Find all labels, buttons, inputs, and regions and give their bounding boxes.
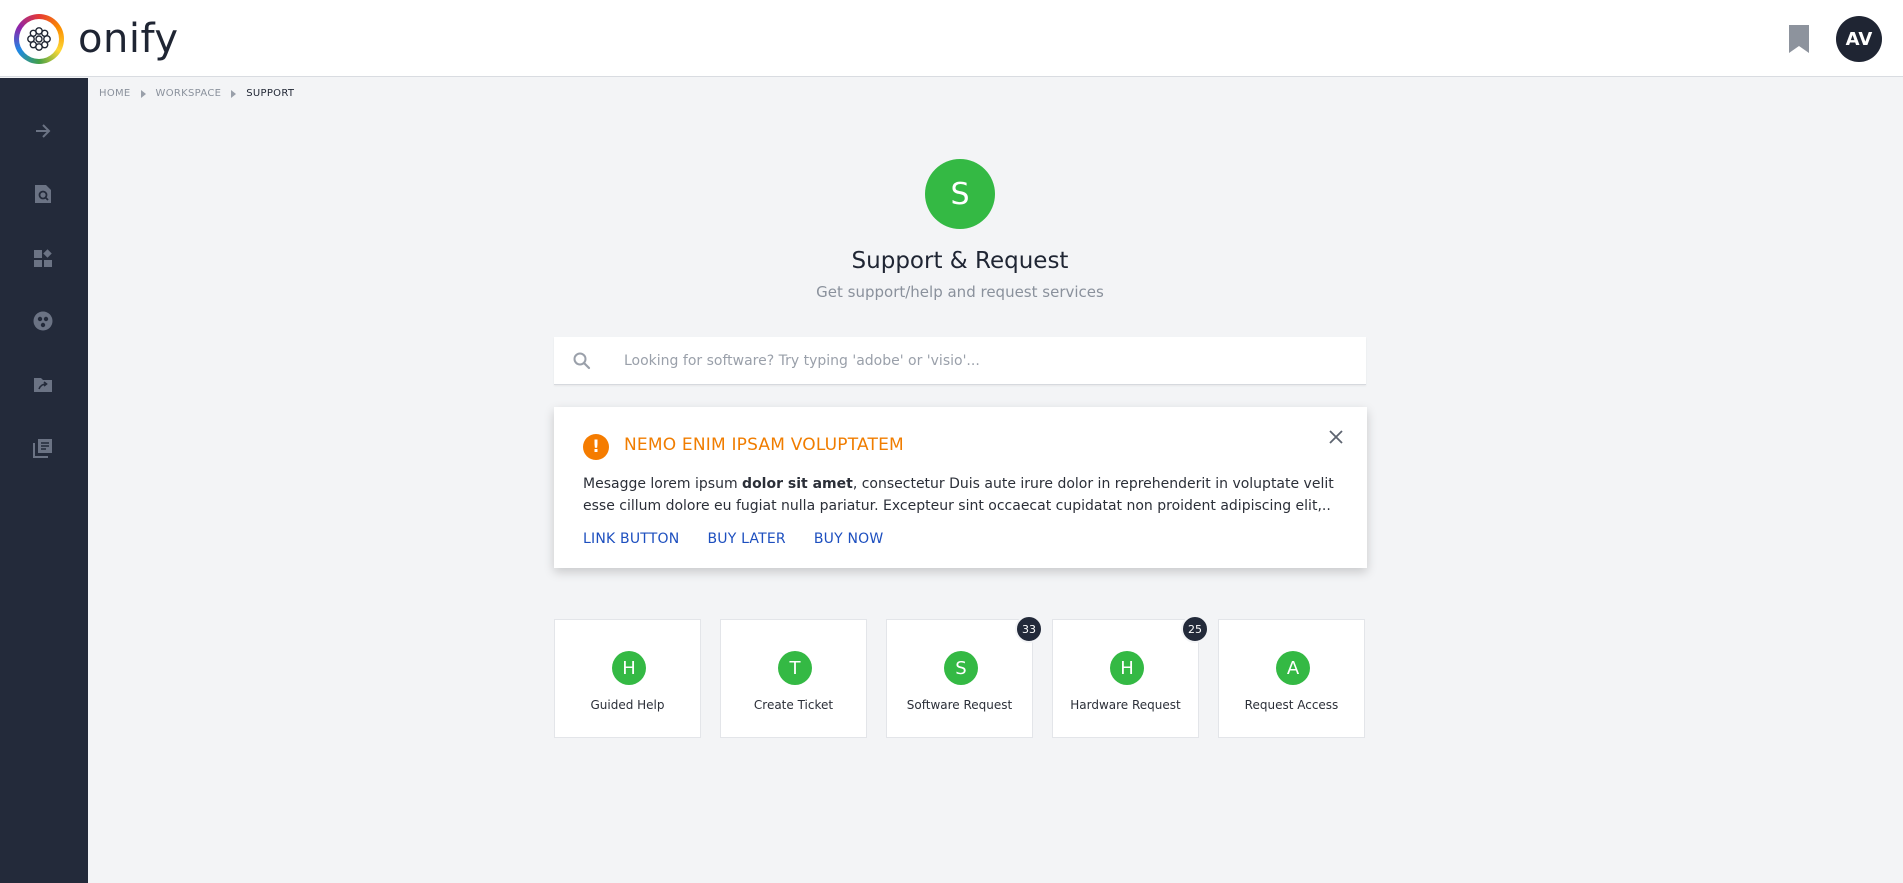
sidebar-expand-button[interactable]	[28, 116, 58, 146]
link-button[interactable]: LINK BUTTON	[583, 531, 679, 547]
alert-actions: LINK BUTTON BUY LATER BUY NOW	[583, 531, 911, 547]
tile-avatar: A	[1276, 651, 1310, 685]
tile-avatar: H	[612, 651, 646, 685]
user-avatar[interactable]: AV	[1836, 16, 1882, 62]
flower-logo-icon	[14, 14, 64, 64]
dashboard-widgets-icon	[34, 249, 52, 267]
alert-title: NEMO ENIM IPSAM VOLUPTATEM	[624, 435, 904, 455]
tile-request-access[interactable]: A Request Access	[1218, 619, 1365, 738]
library-books-icon	[33, 439, 52, 458]
search-document-icon	[35, 185, 51, 203]
logo[interactable]: onify	[14, 14, 179, 64]
alert-message-text: Mesagge lorem ipsum	[583, 476, 743, 492]
page-subtitle: Get support/help and request services	[816, 283, 1104, 301]
page-title: Support & Request	[851, 248, 1069, 274]
search-icon	[573, 352, 591, 370]
breadcrumb-separator-icon	[140, 89, 146, 98]
tile-create-ticket[interactable]: T Create Ticket	[720, 619, 867, 738]
tile-avatar: S	[944, 651, 978, 685]
tile-label: Hardware Request	[1070, 698, 1181, 712]
tile-avatar: T	[778, 651, 812, 685]
sidebar	[0, 78, 88, 883]
close-icon	[1329, 430, 1343, 444]
sidebar-item-library[interactable]	[28, 433, 58, 463]
count-badge: 33	[1015, 615, 1043, 643]
sidebar-item-groups[interactable]	[28, 306, 58, 336]
tile-avatar: H	[1110, 651, 1144, 685]
tile-label: Guided Help	[590, 698, 665, 712]
alert-message: Mesagge lorem ipsum dolor sit amet, cons…	[583, 473, 1343, 517]
tile-label: Create Ticket	[753, 698, 834, 712]
warning-icon: !	[583, 434, 609, 460]
bookmark-icon[interactable]	[1787, 25, 1811, 53]
tile-label: Software Request	[906, 698, 1013, 712]
alert-card: ! NEMO ENIM IPSAM VOLUPTATEM Mesagge lor…	[554, 407, 1367, 568]
close-button[interactable]	[1324, 425, 1348, 449]
buy-later-button[interactable]: BUY LATER	[707, 531, 785, 547]
arrow-right-icon	[36, 124, 51, 138]
group-circle-icon	[33, 311, 53, 331]
search-bar	[554, 337, 1366, 385]
alert-message-emphasis: dolor sit amet	[742, 476, 853, 492]
tile-hardware-request[interactable]: H Hardware Request 25	[1052, 615, 1209, 738]
count-badge: 25	[1181, 615, 1209, 643]
top-bar: onify AV	[0, 0, 1903, 77]
sidebar-item-shared-folder[interactable]	[28, 370, 58, 400]
workspace-avatar: S	[925, 159, 995, 229]
breadcrumb-support: SUPPORT	[246, 88, 295, 99]
sidebar-item-search-documents[interactable]	[28, 179, 58, 209]
tile-software-request[interactable]: S Software Request 33	[886, 615, 1043, 738]
logo-text: onify	[78, 16, 179, 62]
breadcrumb-separator-icon	[231, 89, 237, 98]
breadcrumb-workspace[interactable]: WORKSPACE	[156, 88, 222, 99]
breadcrumb: HOME WORKSPACE SUPPORT	[99, 88, 294, 99]
breadcrumb-home[interactable]: HOME	[99, 88, 131, 99]
tile-guided-help[interactable]: H Guided Help	[554, 619, 701, 738]
search-input[interactable]	[624, 337, 1344, 385]
sidebar-item-dashboard[interactable]	[28, 243, 58, 273]
tile-label: Request Access	[1244, 698, 1339, 712]
folder-shared-icon	[34, 378, 52, 392]
buy-now-button[interactable]: BUY NOW	[814, 531, 884, 547]
